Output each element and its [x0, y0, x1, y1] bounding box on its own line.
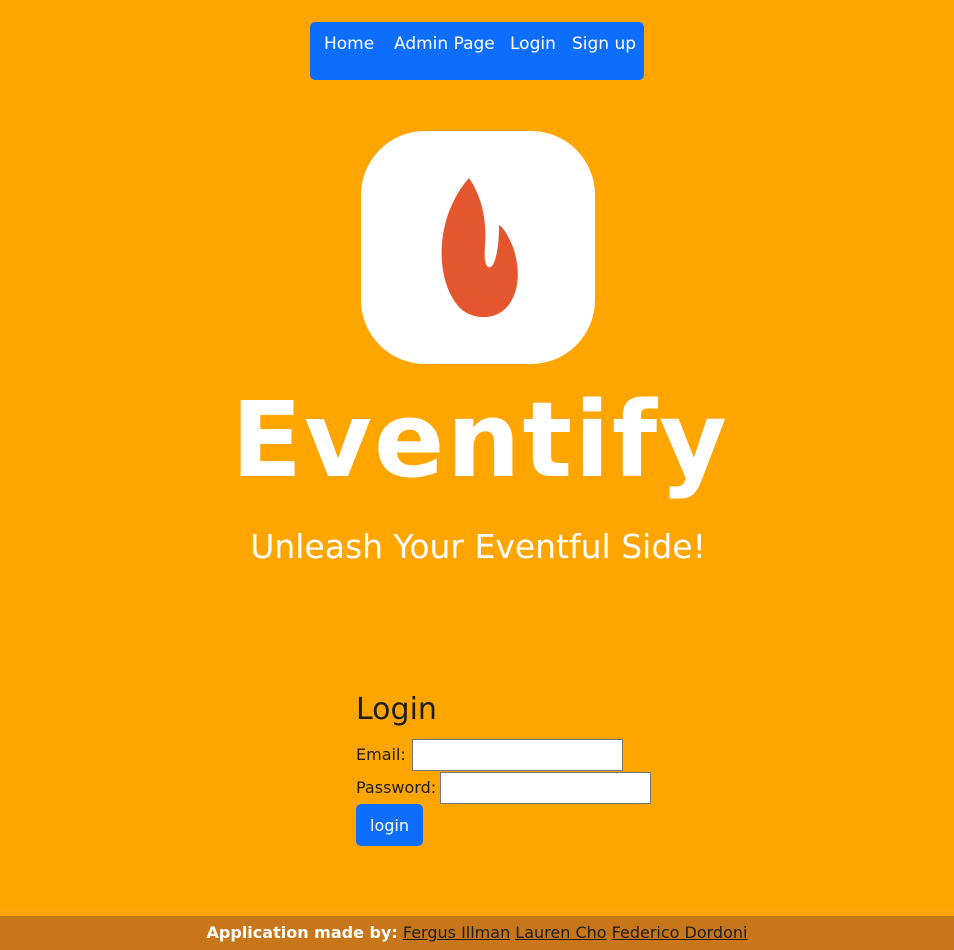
footer: Application made by: Fergus Illman Laure…	[0, 916, 954, 950]
email-label: Email:	[356, 745, 406, 764]
app-logo	[361, 131, 595, 364]
author-link-fergus-illman[interactable]: Fergus Illman	[403, 923, 510, 942]
nav-sign-up-link[interactable]: Sign up	[572, 34, 636, 54]
nav-login-link[interactable]: Login	[510, 34, 556, 54]
password-label: Password:	[356, 778, 437, 797]
nav-home-link[interactable]: Home	[324, 34, 374, 54]
email-input[interactable]	[412, 739, 623, 771]
login-button[interactable]: login	[356, 804, 423, 846]
login-heading: Login	[356, 692, 437, 727]
main-nav: Home Admin Page Login Sign up	[310, 22, 644, 80]
password-input[interactable]	[440, 772, 651, 804]
author-link-federico-dordoni[interactable]: Federico Dordoni	[612, 923, 748, 942]
brand-name: Eventify	[231, 379, 729, 501]
flame-icon	[441, 178, 518, 318]
nav-admin-page-link[interactable]: Admin Page	[394, 34, 495, 54]
page: Home Admin Page Login Sign up Eventify U…	[0, 0, 954, 950]
brand-tagline: Unleash Your Eventful Side!	[250, 527, 706, 566]
footer-divider	[0, 908, 954, 916]
author-link-lauren-cho[interactable]: Lauren Cho	[515, 923, 606, 942]
footer-credit-label: Application made by:	[206, 923, 398, 942]
